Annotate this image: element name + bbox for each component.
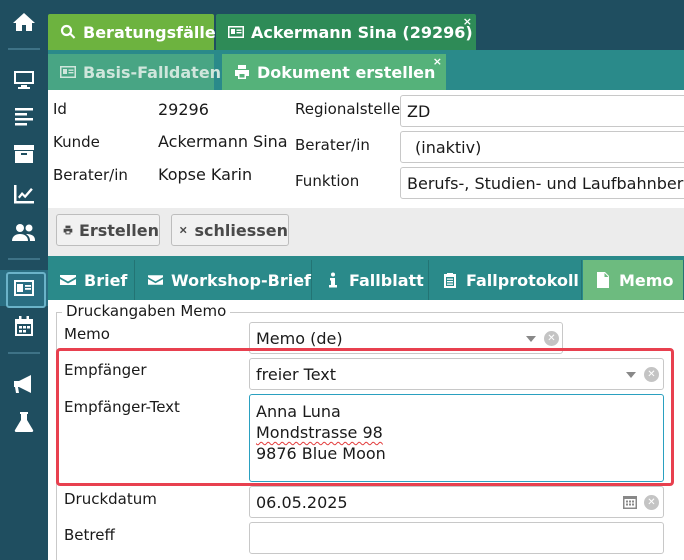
- close-icon[interactable]: ×: [433, 55, 442, 68]
- sidebar-divider: [8, 48, 40, 50]
- memo-select-value: Memo (de): [256, 329, 343, 348]
- id-value: 29296: [158, 100, 209, 119]
- text-lines-icon[interactable]: [0, 98, 48, 134]
- action-toolbar: Erstellen schliessen: [48, 208, 684, 256]
- tab-memo[interactable]: Memo: [583, 260, 684, 300]
- envelope-icon: [148, 275, 164, 285]
- megaphone-icon[interactable]: [0, 366, 48, 402]
- kunde-value: Ackermann Sina: [158, 132, 288, 151]
- tab-label: Beratungsfälle: [83, 22, 216, 42]
- envelope-icon: [60, 275, 76, 285]
- schliessen-button[interactable]: schliessen: [171, 214, 289, 246]
- memo-print-form: Druckangaben Memo Memo Memo (de) ✕ Empfä…: [48, 300, 684, 560]
- regionalstelle-label: Regionalstelle: [295, 100, 401, 118]
- tab-dokument-erstellen[interactable]: Dokument erstellen ×: [222, 54, 446, 90]
- print-icon: [63, 225, 73, 235]
- tab-label: Dokument erstellen: [257, 62, 436, 82]
- tab-label: Memo: [619, 270, 674, 290]
- close-icon: [179, 226, 187, 234]
- archive-icon[interactable]: [0, 136, 48, 172]
- berater2-value: (inaktiv): [415, 138, 482, 157]
- tab-fallblatt[interactable]: Fallblatt: [313, 260, 429, 300]
- berater-label: Berater/in: [53, 166, 128, 184]
- tab-label: Fallprotokoll: [466, 270, 579, 290]
- tab-workshop-brief[interactable]: Workshop-Brief: [136, 260, 312, 300]
- clipboard-icon: [444, 273, 456, 288]
- chart-line-icon[interactable]: [0, 176, 48, 212]
- regionalstelle-value: ZD: [407, 102, 431, 121]
- clear-icon[interactable]: ✕: [644, 495, 659, 510]
- highlight-box: [56, 348, 674, 486]
- id-card-icon: [228, 26, 244, 38]
- funktion-value: Berufs-, Studien- und Laufbahnbera: [407, 174, 684, 193]
- regionalstelle-field[interactable]: ZD: [400, 95, 684, 127]
- sub-tab-bar: Basis-Falldaten Dokument erstellen ×: [48, 50, 684, 90]
- flask-icon[interactable]: [0, 404, 48, 440]
- tab-ackermann[interactable]: Ackermann Sina (29296) ×: [216, 14, 476, 50]
- chevron-down-icon[interactable]: [526, 336, 536, 342]
- tab-fallprotokoll[interactable]: Fallprotokoll: [430, 260, 582, 300]
- main-area: Beratungsfälle Ackermann Sina (29296) × …: [48, 0, 684, 560]
- funktion-label: Funktion: [295, 172, 360, 190]
- file-icon: [597, 272, 609, 288]
- sidebar-divider: [8, 258, 40, 260]
- berater2-field[interactable]: (inaktiv): [400, 131, 684, 163]
- fieldset-legend: Druckangaben Memo: [62, 302, 231, 320]
- tab-brief[interactable]: Brief: [48, 260, 135, 300]
- id-card-icon: [60, 66, 76, 78]
- berater-value: Kopse Karin: [158, 165, 253, 184]
- tab-beratungsfaelle[interactable]: Beratungsfälle: [48, 14, 216, 50]
- erstellen-label: Erstellen: [78, 220, 159, 240]
- tab-label: Basis-Falldaten: [83, 62, 222, 82]
- tab-label: Brief: [84, 270, 128, 290]
- tab-label: Ackermann Sina (29296): [251, 22, 473, 42]
- funktion-field[interactable]: Berufs-, Studien- und Laufbahnbera: [400, 167, 684, 199]
- users-icon[interactable]: [0, 214, 48, 250]
- berater2-label: Berater/in: [295, 136, 370, 154]
- calendar-icon[interactable]: [0, 308, 48, 344]
- betreff-label: Betreff: [64, 526, 115, 544]
- monitor-icon[interactable]: [0, 62, 48, 98]
- search-icon: [60, 24, 76, 39]
- tab-label: Fallblatt: [349, 270, 424, 290]
- case-info-panel: Id 29296 Kunde Ackermann Sina Berater/in…: [48, 90, 684, 208]
- memo-label: Memo: [64, 325, 110, 343]
- druckdatum-field[interactable]: 06.05.2025 ✕: [249, 486, 664, 518]
- schliessen-label: schliessen: [194, 220, 288, 240]
- sidebar: [0, 0, 48, 560]
- sidebar-divider: [8, 352, 40, 354]
- id-card-icon[interactable]: [0, 270, 48, 308]
- tab-basis-falldaten[interactable]: Basis-Falldaten: [48, 54, 221, 90]
- close-icon[interactable]: ×: [463, 15, 472, 28]
- document-type-tabs: Brief Workshop-Brief Fallblatt Fallproto…: [48, 256, 684, 300]
- calendar-icon[interactable]: [623, 495, 637, 509]
- tab-label: Workshop-Brief: [171, 270, 311, 290]
- erstellen-button[interactable]: Erstellen: [56, 214, 160, 246]
- id-label: Id: [53, 100, 67, 118]
- home-icon[interactable]: [0, 4, 48, 40]
- druckdatum-label: Druckdatum: [64, 490, 157, 508]
- druckdatum-value: 06.05.2025: [256, 493, 348, 512]
- print-icon: [235, 65, 249, 79]
- info-icon: [329, 272, 337, 288]
- clear-icon[interactable]: ✕: [544, 331, 559, 346]
- top-tab-bar: Beratungsfälle Ackermann Sina (29296) ×: [48, 0, 684, 50]
- betreff-input[interactable]: [249, 522, 664, 554]
- kunde-label: Kunde: [53, 133, 100, 151]
